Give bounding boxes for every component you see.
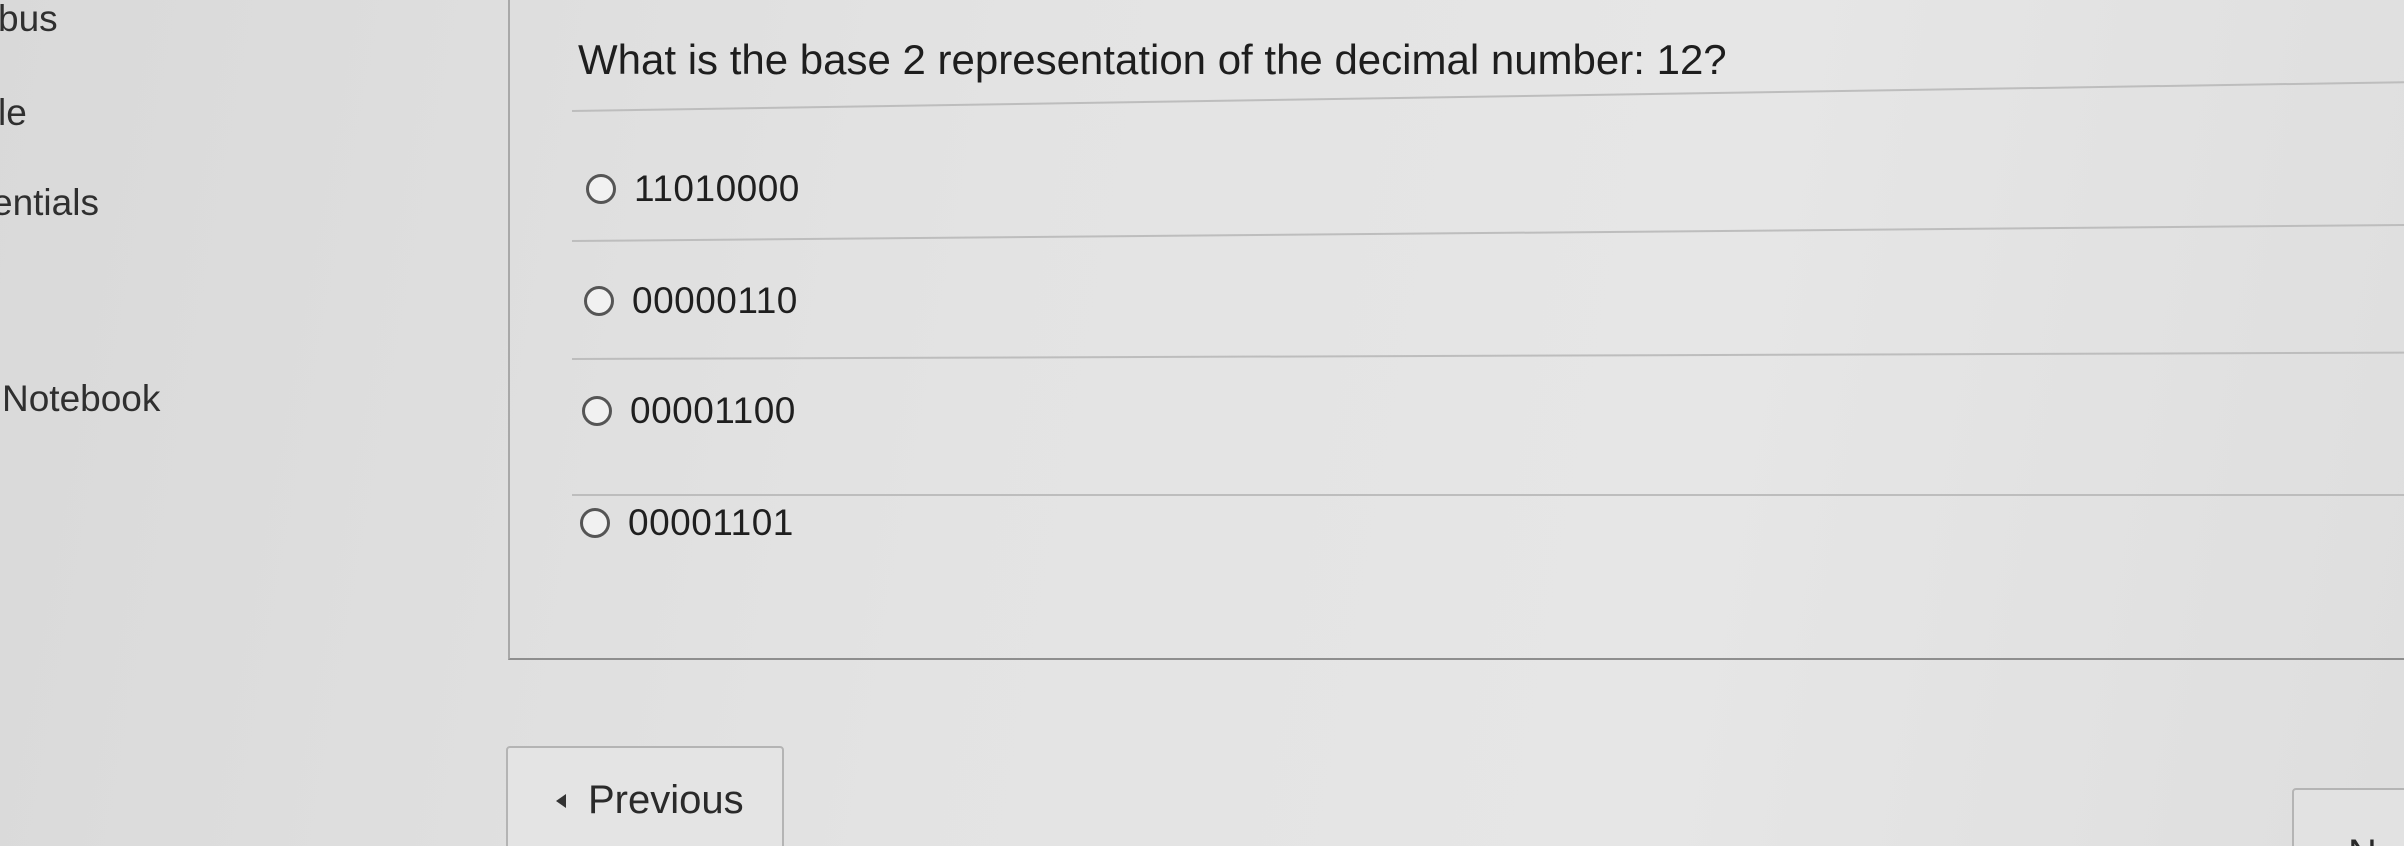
answer-option[interactable]: 00001101 xyxy=(580,502,794,544)
next-button[interactable]: N xyxy=(2292,788,2404,846)
previous-button[interactable]: Previous xyxy=(506,746,784,846)
question-panel: What is the base 2 representation of the… xyxy=(508,0,2404,660)
quiz-page: bus le entials Notebook What is the base… xyxy=(0,0,2404,846)
previous-button-label: Previous xyxy=(588,778,744,822)
answer-option[interactable]: 00001100 xyxy=(582,390,796,432)
answer-label: 11010000 xyxy=(634,168,800,209)
divider xyxy=(572,80,2404,112)
divider xyxy=(572,223,2404,242)
question-text: What is the base 2 representation of the… xyxy=(578,36,1727,83)
caret-left-icon xyxy=(556,794,566,808)
radio-button[interactable] xyxy=(584,286,614,316)
course-navigation: bus le entials Notebook xyxy=(0,0,480,846)
answer-option[interactable]: 00000110 xyxy=(584,280,798,322)
radio-button[interactable] xyxy=(580,508,610,538)
course-nav-item-module[interactable]: le xyxy=(0,92,27,134)
course-nav-item-credentials[interactable]: entials xyxy=(0,182,99,224)
radio-button[interactable] xyxy=(586,174,616,204)
course-nav-item-syllabus[interactable]: bus xyxy=(0,0,58,40)
divider xyxy=(572,351,2404,360)
answer-option[interactable]: 11010000 xyxy=(586,168,800,210)
answer-label: 00000110 xyxy=(632,280,798,321)
answer-label: 00001101 xyxy=(628,502,794,543)
next-button-label: N xyxy=(2348,832,2377,846)
course-nav-item-notebook[interactable]: Notebook xyxy=(2,378,160,420)
radio-button[interactable] xyxy=(582,396,612,426)
divider xyxy=(572,494,2404,496)
answer-label: 00001100 xyxy=(630,390,796,431)
